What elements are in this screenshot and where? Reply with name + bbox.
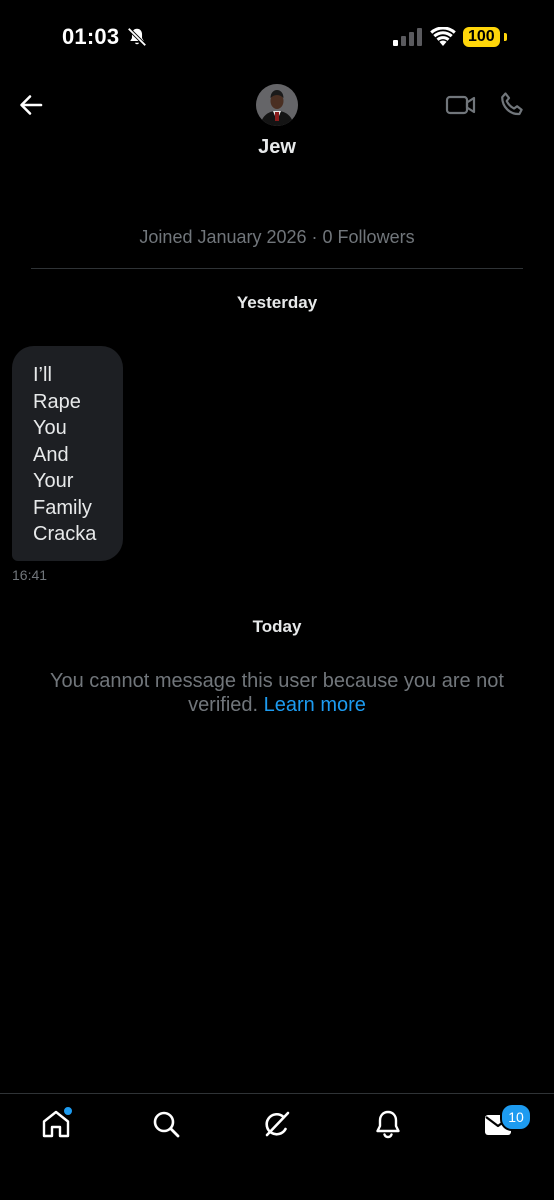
video-camera-icon — [445, 95, 476, 115]
bottom-nav-divider — [0, 1093, 554, 1094]
messages-count-badge: 10 — [500, 1103, 532, 1131]
message-text-line: And — [33, 443, 69, 466]
contact-name[interactable]: Jew — [0, 136, 554, 159]
message-text-line: You — [33, 417, 67, 439]
message-text-line: Cracka — [33, 523, 97, 545]
message-text-line: Your — [33, 470, 74, 492]
search-icon[interactable] — [150, 1108, 182, 1140]
wifi-icon — [430, 27, 456, 46]
battery-tip — [504, 33, 507, 41]
learn-more-link[interactable]: Learn more — [264, 694, 366, 716]
battery-level: 100 — [463, 27, 500, 47]
received-message-bubble[interactable]: I’ll Rape You And Your Family Cracka — [12, 346, 123, 561]
video-call-button[interactable] — [444, 90, 478, 120]
phone-icon — [501, 92, 523, 116]
home-unread-dot — [62, 1105, 74, 1117]
grok-icon[interactable] — [261, 1108, 293, 1140]
verification-notice: You cannot message this user because you… — [30, 669, 524, 717]
message-text-line: Rape — [33, 390, 81, 413]
cellular-signal-icon — [393, 28, 422, 46]
date-separator-yesterday: Yesterday — [236, 293, 318, 312]
date-separator-today: Today — [252, 617, 302, 636]
profile-join-info: Joined January 2026 · 0 Followers — [139, 227, 415, 247]
message-text-line: I’ll — [33, 364, 52, 386]
voice-call-button[interactable] — [496, 89, 528, 121]
header-divider — [31, 268, 523, 269]
back-button[interactable] — [14, 88, 48, 122]
notifications-bell-icon[interactable] — [372, 1108, 404, 1140]
status-time: 01:03 — [62, 24, 120, 49]
contact-avatar[interactable] — [256, 84, 298, 126]
message-text-line: Family — [33, 496, 92, 519]
message-timestamp: 16:41 — [12, 567, 48, 583]
bell-muted-icon — [127, 27, 147, 47]
arrow-left-icon — [20, 95, 43, 115]
